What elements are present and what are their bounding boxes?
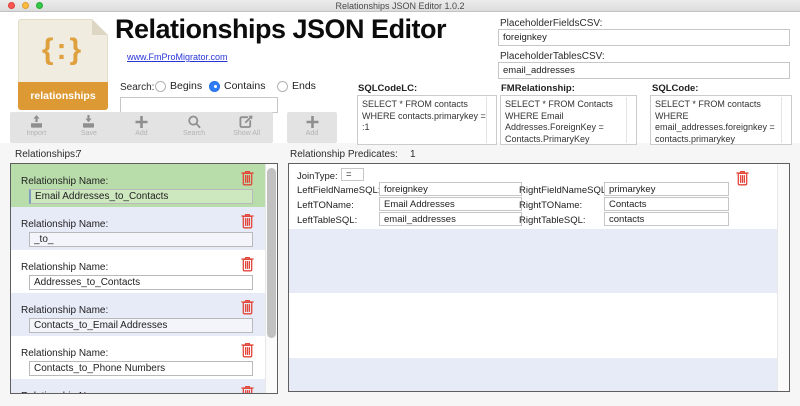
radio-contains[interactable]: Contains xyxy=(209,80,265,92)
relationship-name-label: Relationship Name: xyxy=(21,348,109,359)
list-item[interactable]: Relationship Name: xyxy=(11,336,266,379)
radio-ends-circle[interactable] xyxy=(277,80,288,92)
jointype-input[interactable] xyxy=(341,168,364,181)
radio-contains-circle[interactable] xyxy=(209,80,220,92)
placeholder-fields-input[interactable] xyxy=(498,29,790,46)
sqlcodelc-textarea[interactable]: SELECT * FROM contacts WHERE contacts.pr… xyxy=(357,95,497,145)
empty-row xyxy=(289,358,778,391)
window-title: Relationships JSON Editor 1.0.2 xyxy=(335,1,465,11)
list-item[interactable]: Relationship Name: xyxy=(11,250,266,293)
relationship-name-label: Relationship Name: xyxy=(21,305,109,316)
relationship-name-label: Relationship Name: xyxy=(21,219,109,230)
app-window: Relationships JSON Editor 1.0.2 {:} rela… xyxy=(0,0,800,406)
list-item-selected[interactable]: Relationship Name: xyxy=(11,164,266,207)
trash-icon[interactable] xyxy=(240,213,255,229)
righttablesql-label: RightTableSQL: xyxy=(519,215,586,226)
leftfieldnamesql-label: LeftFieldNameSQL: xyxy=(297,185,381,196)
jointype-label: JoinType: xyxy=(297,171,338,182)
list-item[interactable]: Relationship Name: xyxy=(11,379,266,394)
predicates-panel: JoinType: LeftFieldNameSQL: LeftTOName: … xyxy=(288,163,790,392)
scrollbar-gutter xyxy=(626,97,635,143)
rightfieldnamesql-input[interactable] xyxy=(604,182,729,196)
sqlcode-label: SQLCode: xyxy=(652,83,699,94)
righttablesql-input[interactable] xyxy=(604,212,729,226)
search-input[interactable] xyxy=(120,97,278,113)
relationships-file-icon: {:} relationships xyxy=(18,19,108,110)
relationship-name-label: Relationship Name: xyxy=(21,262,109,273)
scrollbar-track[interactable] xyxy=(265,164,277,393)
show-all-button[interactable]: Show All xyxy=(220,112,273,143)
search-button[interactable]: Search xyxy=(168,112,221,143)
radio-begins-circle[interactable] xyxy=(155,80,166,92)
radio-ends[interactable]: Ends xyxy=(277,80,316,92)
icon-caption: relationships xyxy=(18,82,108,110)
add-predicate-toolbar: Add xyxy=(287,112,337,143)
fmrelationship-label: FMRelationship: xyxy=(501,83,575,94)
trash-icon[interactable] xyxy=(240,342,255,358)
leftfieldnamesql-input[interactable] xyxy=(379,182,522,196)
relationship-name-input[interactable] xyxy=(29,275,253,290)
sqlcode-textarea[interactable]: SELECT * FROM contacts WHERE email_addre… xyxy=(650,95,792,145)
scrollbar-thumb[interactable] xyxy=(267,168,276,338)
relationship-name-label: Relationship Name: xyxy=(21,391,108,393)
lefttoname-input[interactable] xyxy=(379,197,522,211)
placeholder-tables-label: PlaceholderTablesCSV: xyxy=(500,51,605,62)
relationship-name-input[interactable] xyxy=(29,361,253,376)
save-button[interactable]: Save xyxy=(63,112,116,143)
lefttablesql-label: LeftTableSQL: xyxy=(297,215,358,226)
search-label: Search: xyxy=(120,82,155,93)
relationship-name-input[interactable] xyxy=(29,189,253,204)
trash-icon[interactable] xyxy=(735,170,750,186)
scrollbar-track[interactable] xyxy=(777,164,789,391)
rightfieldnamesql-label: RightFieldNameSQL: xyxy=(519,185,609,196)
empty-row xyxy=(289,229,778,293)
braces-icon: {:} xyxy=(41,33,85,66)
radio-begins[interactable]: Begins xyxy=(155,80,202,92)
relationship-name-input[interactable] xyxy=(29,318,253,333)
sqlcodelc-label: SQLCodeLC: xyxy=(358,83,418,94)
righttoname-label: RightTOName: xyxy=(519,200,583,211)
predicate-row[interactable]: JoinType: LeftFieldNameSQL: LeftTOName: … xyxy=(289,164,778,229)
fmrelationship-textarea[interactable]: SELECT * FROM Contacts WHERE Email Addre… xyxy=(500,95,637,145)
website-link[interactable]: www.FmProMigrator.com xyxy=(127,52,228,62)
relationship-name-label: Relationship Name: xyxy=(21,176,109,187)
trash-icon[interactable] xyxy=(240,170,255,186)
import-button[interactable]: Import xyxy=(10,112,63,143)
predicates-section-label: Relationship Predicates: xyxy=(290,149,398,160)
relationship-name-input[interactable] xyxy=(29,232,253,247)
add-icon xyxy=(306,116,318,128)
save-icon xyxy=(83,115,95,128)
trash-icon[interactable] xyxy=(240,385,255,394)
page-title: Relationships JSON Editor xyxy=(115,14,447,44)
trash-icon[interactable] xyxy=(240,256,255,272)
relationships-section-label: Relationships: xyxy=(15,149,78,160)
relationships-list: Relationship Name: Relationship Name: xyxy=(10,163,278,394)
main-toolbar: Import Save Add Search Show All xyxy=(10,112,273,143)
lefttoname-label: LeftTOName: xyxy=(297,200,354,211)
add-predicate-button[interactable]: Add xyxy=(287,112,337,143)
import-icon xyxy=(30,115,42,128)
list-item[interactable]: Relationship Name: xyxy=(11,207,266,250)
righttoname-input[interactable] xyxy=(604,197,729,211)
show-all-icon xyxy=(239,115,253,128)
predicates-count: 1 xyxy=(410,149,416,160)
list-item[interactable]: Relationship Name: xyxy=(11,293,266,336)
scrollbar-gutter xyxy=(781,97,790,143)
search-icon xyxy=(187,115,201,129)
title-bar: Relationships JSON Editor 1.0.2 xyxy=(0,0,800,12)
lefttablesql-input[interactable] xyxy=(379,212,522,226)
empty-row xyxy=(289,293,778,358)
add-icon xyxy=(135,116,148,128)
scrollbar-gutter xyxy=(486,97,495,143)
placeholder-fields-label: PlaceholderFieldsCSV: xyxy=(500,18,603,29)
placeholder-tables-input[interactable] xyxy=(498,62,790,79)
trash-icon[interactable] xyxy=(240,299,255,315)
add-button[interactable]: Add xyxy=(115,112,168,143)
relationships-count: 7 xyxy=(76,149,82,160)
